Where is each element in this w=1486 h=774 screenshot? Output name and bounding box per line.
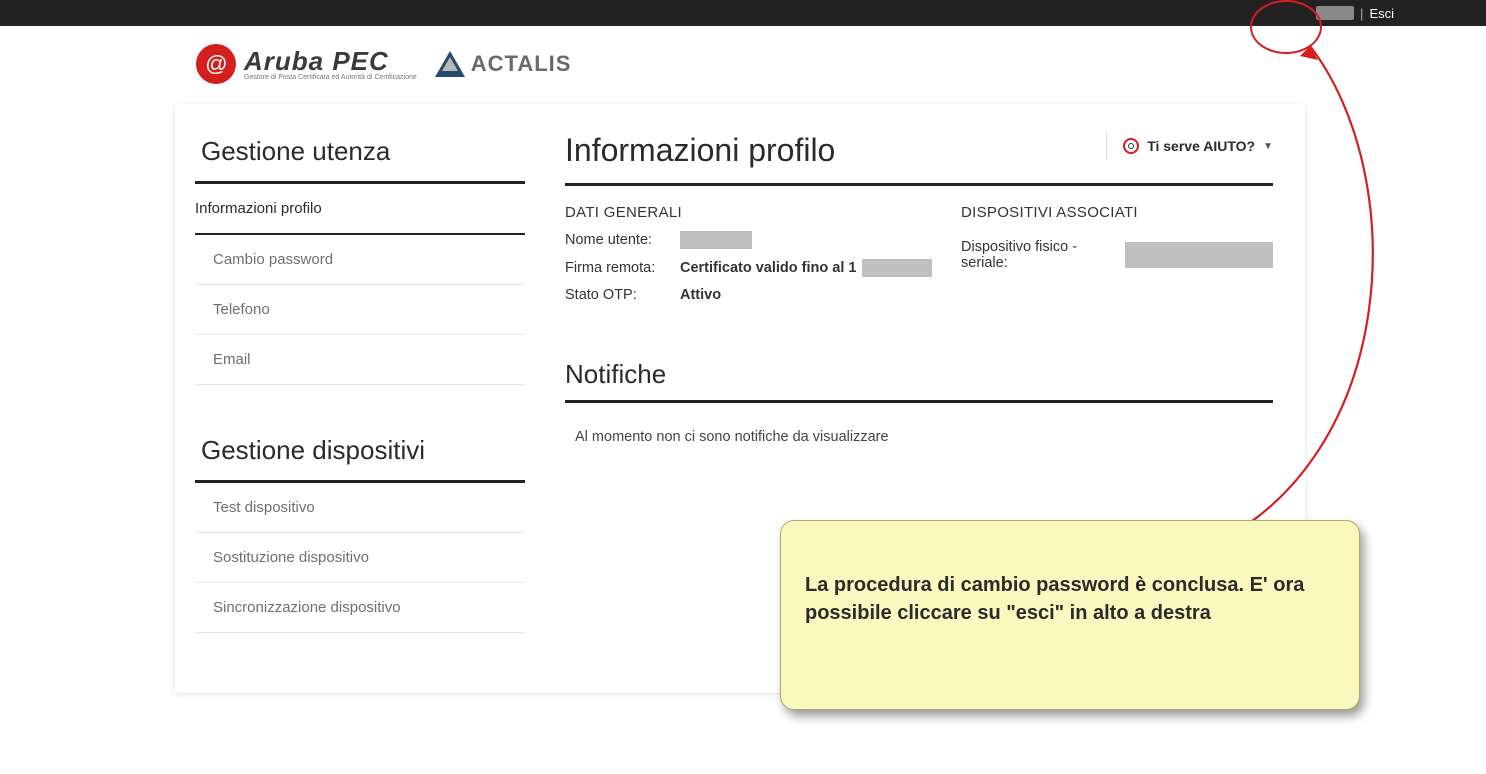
- aruba-logo-subtext: Gestore di Posta Certificata ed Autorità…: [244, 74, 417, 81]
- redacted-value: [862, 259, 932, 277]
- callout-text: La procedura di cambio password è conclu…: [805, 574, 1304, 624]
- notifications-title: Notifiche: [565, 359, 1273, 400]
- sidebar-item-telefono[interactable]: Telefono: [195, 285, 525, 335]
- sidebar: Gestione utenza Informazioni profilo Cam…: [195, 132, 525, 633]
- separator: |: [1360, 6, 1363, 21]
- general-data-block: DATI GENERALI Nome utente: Firma remota:…: [565, 204, 945, 303]
- label-nome-utente: Nome utente:: [565, 232, 680, 248]
- value-stato-otp: Attivo: [680, 287, 945, 303]
- top-bar: | Esci: [0, 0, 1486, 26]
- sidebar-group2-title: Gestione dispositivi: [195, 431, 525, 480]
- sidebar-item-sincronizzazione-dispositivo[interactable]: Sincronizzazione dispositivo: [195, 583, 525, 633]
- user-block: | Esci: [1316, 6, 1394, 21]
- sidebar-item-informazioni-profilo[interactable]: Informazioni profilo: [195, 184, 525, 235]
- logo-row: Aruba PEC Gestore di Posta Certificata e…: [0, 26, 1486, 94]
- help-button[interactable]: Ti serve AIUTO? ▼: [1106, 132, 1273, 160]
- chevron-down-icon: ▼: [1263, 141, 1273, 152]
- devices-block: DISPOSITIVI ASSOCIATI Dispositivo fisico…: [955, 204, 1273, 303]
- label-dispositivo-fisico: Dispositivo fisico - seriale:: [961, 239, 1115, 271]
- sidebar-group1-list: Informazioni profilo Cambio password Tel…: [195, 184, 525, 385]
- notifications-empty-message: Al momento non ci sono notifiche da visu…: [565, 403, 1273, 471]
- value-nome-utente: [680, 231, 945, 249]
- redacted-username: [1316, 6, 1354, 20]
- logout-link[interactable]: Esci: [1369, 6, 1394, 21]
- aruba-logo-text: Aruba PEC: [244, 48, 417, 74]
- general-data-heading: DATI GENERALI: [565, 204, 945, 231]
- sidebar-item-sostituzione-dispositivo[interactable]: Sostituzione dispositivo: [195, 533, 525, 583]
- devices-heading: DISPOSITIVI ASSOCIATI: [961, 204, 1273, 231]
- sidebar-item-test-dispositivo[interactable]: Test dispositivo: [195, 483, 525, 533]
- value-firma-remota: Certificato valido fino al 1: [680, 259, 945, 277]
- sidebar-group2-list: Test dispositivo Sostituzione dispositiv…: [195, 483, 525, 633]
- annotation-callout: La procedura di cambio password è conclu…: [780, 520, 1360, 710]
- label-stato-otp: Stato OTP:: [565, 287, 680, 303]
- actalis-logo-text: ACTALIS: [471, 51, 572, 77]
- wax-seal-icon: [196, 44, 236, 84]
- label-firma-remota: Firma remota:: [565, 260, 680, 276]
- redacted-value: [680, 231, 752, 249]
- aruba-pec-logo: Aruba PEC Gestore di Posta Certificata e…: [196, 44, 417, 84]
- help-label: Ti serve AIUTO?: [1147, 138, 1255, 154]
- help-icon: [1123, 138, 1139, 154]
- sidebar-group1-title: Gestione utenza: [195, 132, 525, 181]
- redacted-value: [1125, 242, 1273, 268]
- notifications-section: Notifiche Al momento non ci sono notific…: [565, 359, 1273, 471]
- triangle-icon: [435, 51, 465, 77]
- sidebar-item-cambio-password[interactable]: Cambio password: [195, 235, 525, 285]
- actalis-logo: ACTALIS: [435, 51, 572, 77]
- sidebar-item-email[interactable]: Email: [195, 335, 525, 385]
- page-title: Informazioni profilo: [565, 132, 835, 169]
